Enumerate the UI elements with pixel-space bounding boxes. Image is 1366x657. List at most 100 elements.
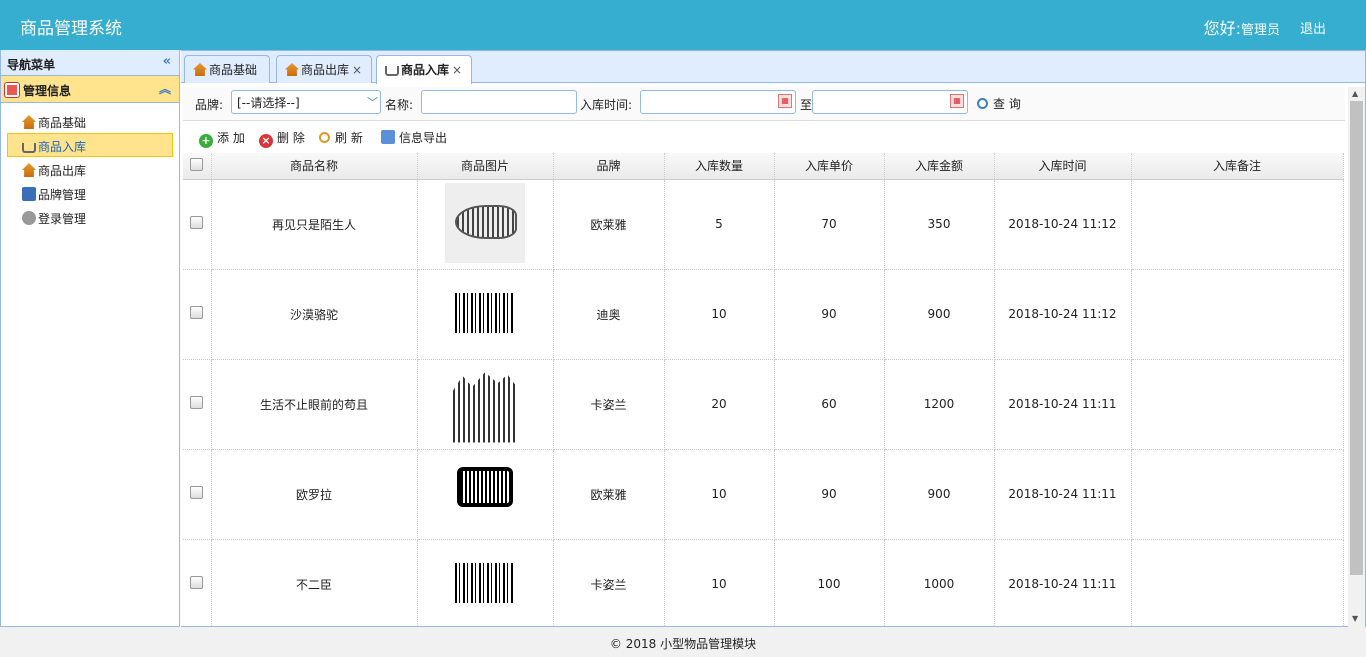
delete-button[interactable]: × 删 除 [259,129,305,148]
name-input[interactable] [421,90,577,114]
export-button[interactable]: 信息导出 [381,129,447,146]
sidebar-item-stock-in[interactable]: 商品入库 [7,133,173,157]
calendar-icon[interactable]: ▦ [778,94,792,108]
nav-group-header[interactable]: 管理信息 ︽ [1,76,179,103]
cell-amount: 1200 [884,359,995,450]
row-checkbox[interactable] [190,486,204,499]
column-header[interactable]: 入库单价 [774,153,885,180]
refresh-button[interactable]: 刷 新 [319,129,363,146]
column-header[interactable]: 入库数量 [664,153,775,180]
cell-qty: 5 [664,179,775,270]
user-name: 管理员 [1240,23,1280,38]
cell-qty: 10 [664,269,775,360]
cell-name: 欧罗拉 [211,449,418,540]
cell-time: 2018-10-24 11:12 [994,269,1132,360]
cell-note [1131,359,1344,450]
sidebar-item-login[interactable]: 登录管理 [7,205,173,229]
column-header[interactable]: 商品图片 [417,153,554,180]
house-icon [22,115,36,129]
envelope-icon [381,130,395,144]
tab-bar: 商品基础 商品出库 × 商品入库 × [181,51,1365,84]
cell-time: 2018-10-24 11:11 [994,539,1132,627]
table-row[interactable]: 沙漠骆驼 迪奥 10 90 900 2018-10-24 11:12 [183,269,1344,360]
nav-group-label: 管理信息 [23,84,72,98]
action-toolbar: + 添 加 × 删 除 刷 新 信息导出 [183,121,1345,153]
close-icon[interactable]: × [452,63,462,77]
column-header[interactable]: 入库备注 [1131,153,1344,180]
cell-brand: 卡姿兰 [553,539,665,627]
to-label: 至 [800,98,813,112]
tab-basic[interactable]: 商品基础 [184,55,270,83]
scroll-down-icon[interactable]: ▼ [1352,614,1358,623]
vertical-scrollbar[interactable]: ▲ ▼ [1348,87,1365,627]
cell-time: 2018-10-24 11:11 [994,449,1132,540]
table-row[interactable]: 再见只是陌生人 欧莱雅 5 70 350 2018-10-24 11:12 [183,179,1344,270]
cell-amount: 900 [884,269,995,360]
cell-qty: 20 [664,359,775,450]
sidebar-item-stock-out[interactable]: 商品出库 [7,157,173,181]
column-header[interactable]: 商品名称 [211,153,418,180]
main-panel: 商品基础 商品出库 × 商品入库 × 品牌: [--请选择--] ﹀ 名称: 入库时间… [181,50,1366,627]
close-icon[interactable]: × [352,63,362,77]
cart-icon [22,143,36,153]
nav-title: 导航菜单 [7,58,56,72]
tab-stock-out[interactable]: 商品出库 × [276,55,372,83]
cell-note [1131,539,1344,627]
table-row[interactable]: 不二臣 卡姿兰 10 100 1000 2018-10-24 11:11 [183,539,1344,627]
cell-price: 90 [774,449,885,540]
chevron-up-icon[interactable]: ︽ [159,80,171,97]
cell-price: 90 [774,269,885,360]
sidebar-item-brand[interactable]: 品牌管理 [7,181,173,205]
sidebar: 导航菜单 « 管理信息 ︽ 商品基础 商品入库 商品出库 品牌管理 登录管理 [0,50,180,627]
table-row[interactable]: 欧罗拉 欧莱雅 10 90 900 2018-10-24 11:11 [183,449,1344,540]
add-button[interactable]: + 添 加 [199,129,245,148]
sidebar-item-basic[interactable]: 商品基础 [7,109,173,133]
search-icon [977,98,988,109]
brand-select[interactable]: [--请选择--] ﹀ [231,90,381,114]
cell-price: 60 [774,359,885,450]
book-icon [22,187,36,201]
column-header[interactable]: 品牌 [553,153,665,180]
row-checkbox[interactable] [190,576,204,589]
cell-name: 不二臣 [211,539,418,627]
column-header[interactable]: 入库金额 [884,153,995,180]
product-image [445,273,525,353]
end-date-input[interactable]: ▦ [812,90,968,114]
table-row[interactable]: 生活不止眼前的苟且 卡姿兰 20 60 1200 2018-10-24 11:1… [183,359,1344,450]
calendar-icon[interactable]: ▦ [950,94,964,108]
select-all-cell[interactable] [183,153,212,180]
delete-icon: × [259,134,273,148]
chevron-down-icon: ﹀ [367,96,378,109]
logout-link[interactable]: 退出 [1300,18,1326,37]
select-all-checkbox[interactable] [190,157,204,171]
row-checkbox[interactable] [190,306,204,319]
product-image [445,543,525,623]
cell-price: 100 [774,539,885,627]
cell-brand: 卡姿兰 [553,359,665,450]
cell-note [1131,269,1344,360]
scroll-up-icon[interactable]: ▲ [1352,89,1358,98]
tab-stock-in[interactable]: 商品入库 × [376,55,472,84]
brand-label: 品牌: [195,98,224,112]
product-image [445,182,525,263]
add-icon: + [199,134,213,148]
footer: © 2018 小型物品管理模块 [0,627,1366,657]
cell-brand: 迪奥 [553,269,665,360]
house-icon [193,63,207,76]
cell-qty: 10 [664,539,775,627]
cell-name: 再见只是陌生人 [211,179,418,270]
time-label: 入库时间: [580,98,633,112]
cell-brand: 欧莱雅 [553,449,665,540]
search-button[interactable]: 查 询 [977,95,1021,112]
cell-brand: 欧莱雅 [553,179,665,270]
product-image [445,453,525,533]
row-checkbox[interactable] [190,396,204,409]
row-checkbox[interactable] [190,216,204,229]
column-header[interactable]: 入库时间 [994,153,1132,180]
start-date-input[interactable]: ▦ [640,90,796,114]
cell-note [1131,179,1344,270]
table-header: 商品名称 商品图片 品牌 入库数量 入库单价 入库金额 入库时间 入库备注 [183,153,1344,180]
cell-amount: 900 [884,449,995,540]
collapse-icon[interactable]: « [163,54,171,69]
scroll-thumb[interactable] [1350,101,1363,575]
